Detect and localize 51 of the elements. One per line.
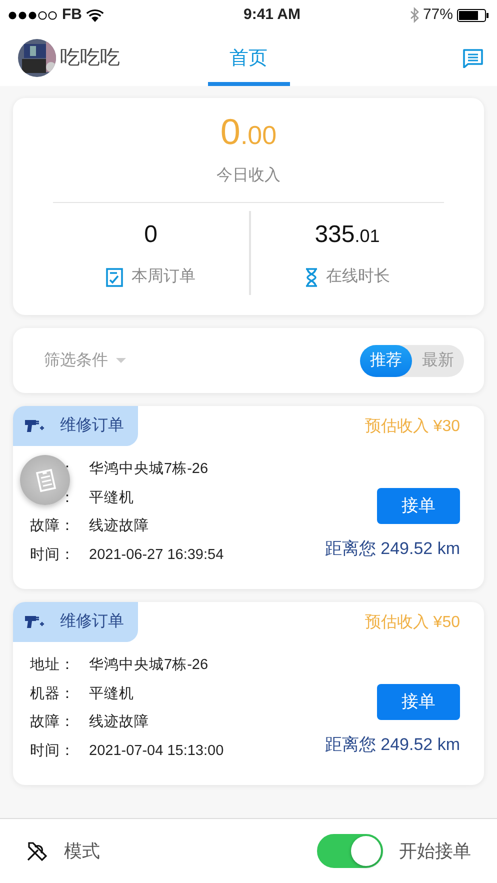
carrier-name: FB (62, 4, 82, 25)
accept-orders-switch[interactable] (317, 834, 383, 868)
drill-icon (25, 614, 44, 630)
accept-order-button[interactable]: 接单 (377, 684, 460, 720)
distance-text: 距离您 249.52 km (324, 538, 460, 560)
bluetooth-icon (410, 7, 419, 23)
message-icon[interactable] (463, 48, 483, 68)
field-value: 2021-07-04 15:13:00 (89, 742, 224, 761)
field-value: 华鸿中央城7栋-26 (89, 656, 208, 676)
battery-icon (457, 8, 489, 22)
filter-dropdown[interactable]: 筛选条件 (44, 348, 126, 372)
order-type-tag: 维修订单 (13, 602, 138, 642)
user-name: 吃吃吃 (60, 46, 120, 71)
field-value: 平缝机 (89, 684, 134, 704)
today-income-label: 今日收入 (216, 166, 280, 184)
stat-label: 在线时长 (326, 266, 390, 287)
stat-label: 本周订单 (131, 266, 196, 287)
field-label: 地址： (29, 656, 75, 676)
sort-tab[interactable]: 推荐 (360, 344, 412, 376)
field-label: 时间： (29, 742, 75, 761)
wifi-icon (86, 8, 104, 22)
field-value: 线迹故障 (89, 516, 149, 536)
field-label: 故障： (29, 712, 75, 732)
user-avatar[interactable] (18, 39, 56, 77)
mode-label[interactable]: 模式 (64, 838, 100, 864)
field-value: 平缝机 (89, 488, 134, 508)
estimated-earnings: 预估收入 ¥50 (364, 612, 461, 633)
sort-tab[interactable]: 最新 (412, 344, 464, 376)
field-label: ： (59, 488, 75, 508)
hourglass-icon (304, 268, 318, 286)
today-income-value: 0.00 (220, 111, 277, 152)
field-label: 机器： (29, 684, 75, 704)
stat-value: 335.01 (314, 220, 380, 248)
signal-icon (8, 10, 58, 20)
clock-time: 9:41 AM (244, 4, 300, 25)
stat-value: 0 (144, 220, 158, 248)
checklist-icon (106, 268, 124, 286)
distance-text: 距离您 249.52 km (324, 734, 460, 756)
estimated-earnings: 预估收入 ¥30 (364, 416, 461, 437)
field-value: 华鸿中央城7栋-26 (89, 460, 208, 480)
field-value: 2021-06-27 16:39:54 (89, 546, 224, 565)
drill-icon (25, 418, 44, 434)
caret-icon (116, 358, 126, 364)
home-tab[interactable]: 首页 (208, 30, 290, 86)
field-label: 时间： (29, 546, 75, 565)
order-type-tag: 维修订单 (13, 406, 138, 446)
accept-order-button[interactable]: 接单 (377, 488, 460, 524)
field-label: 故障： (29, 516, 75, 536)
battery-percent: 77% (422, 4, 453, 25)
accept-orders-label: 开始接单 (399, 840, 471, 862)
field-value: 线迹故障 (89, 712, 149, 732)
